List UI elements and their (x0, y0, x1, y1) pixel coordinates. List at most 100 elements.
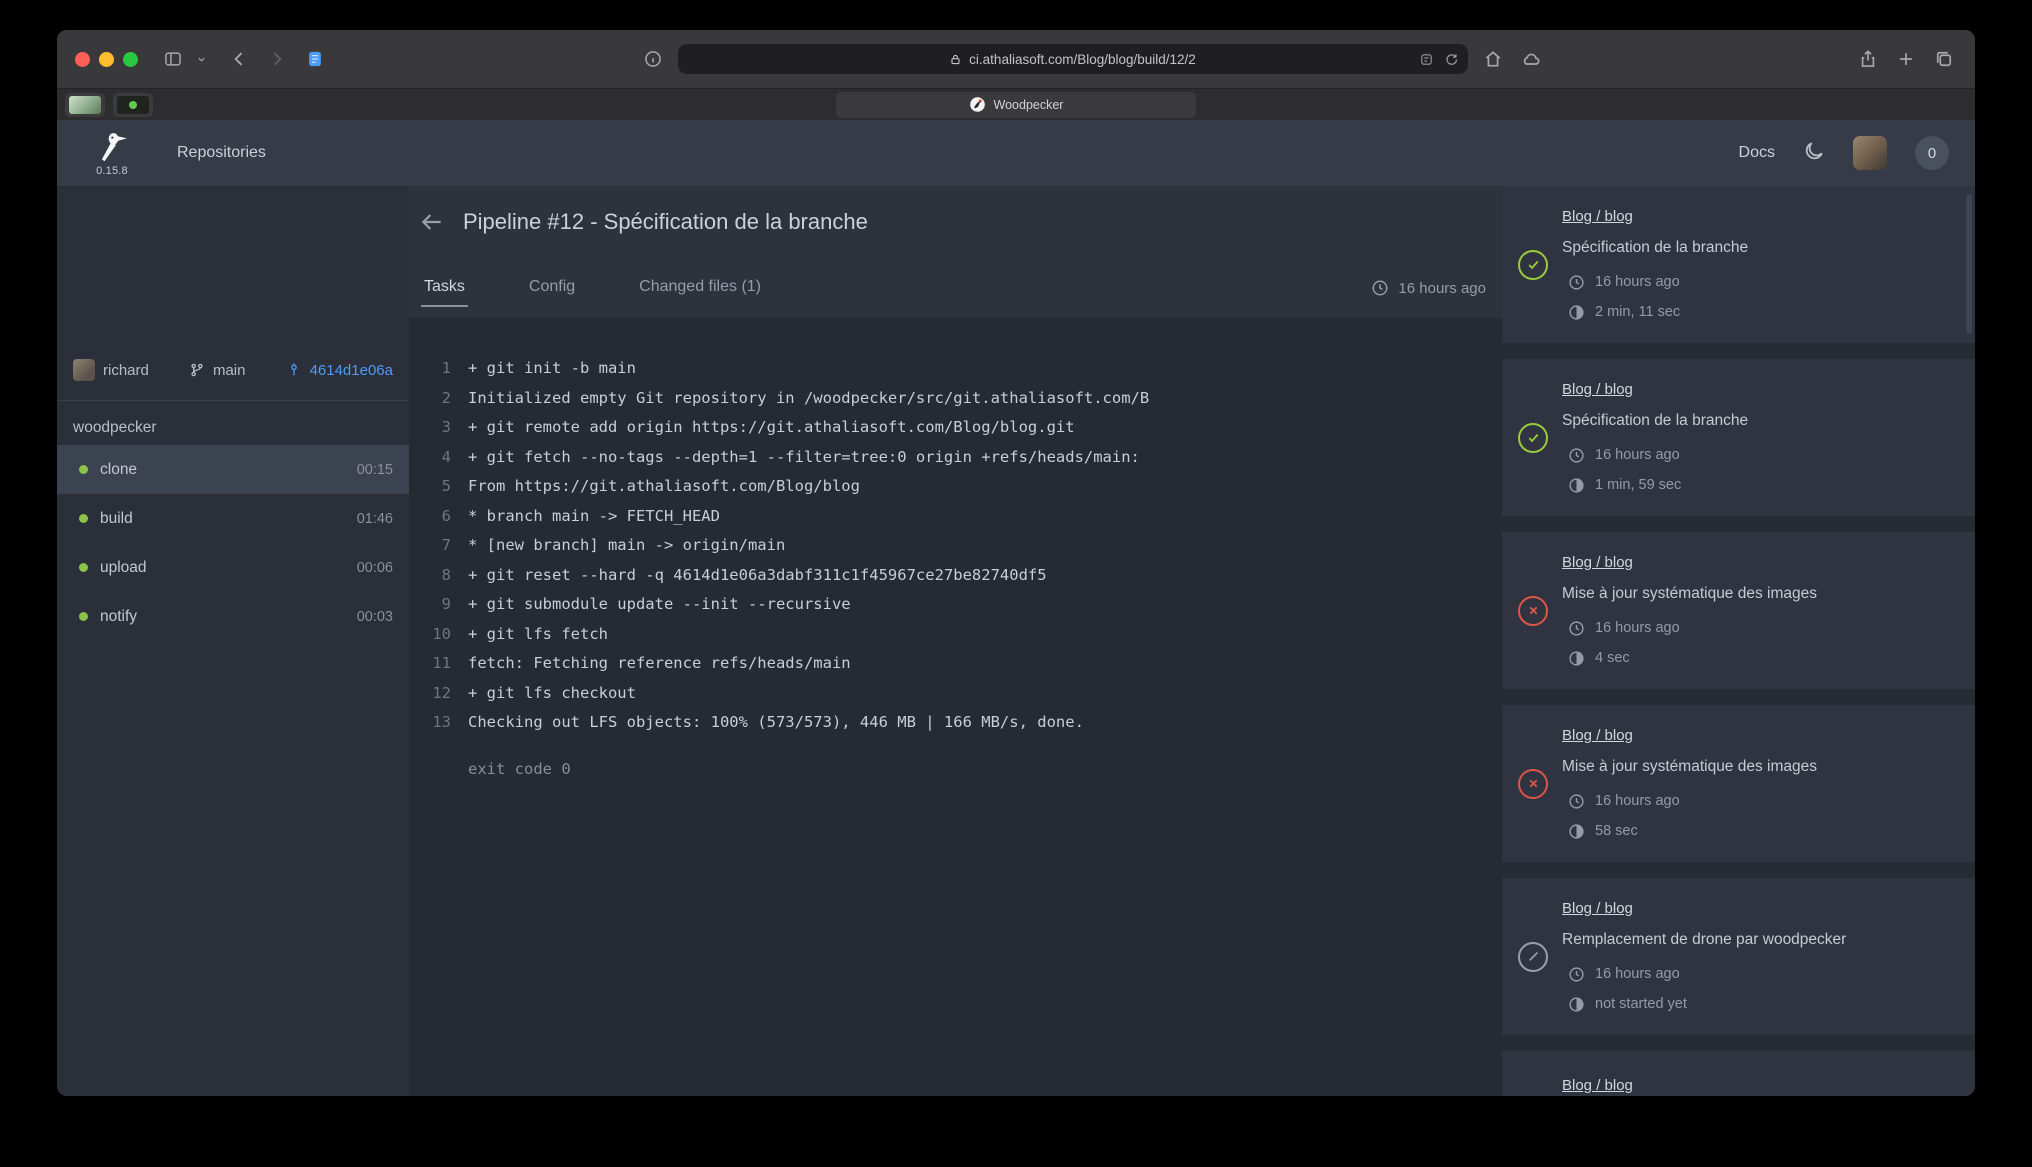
build-card[interactable]: Blog / blogMise à jour systématique des … (1502, 705, 1975, 862)
build-card[interactable]: Blog / blogSpécification de la branche16… (1502, 186, 1975, 343)
branch-name: main (213, 362, 246, 379)
build-repo-link[interactable]: Blog / blog (1562, 1075, 1957, 1096)
log-line-text: * [new branch] main -> origin/main (451, 531, 785, 561)
cloud-icon[interactable] (1518, 46, 1544, 72)
step-status-dot (79, 563, 88, 572)
build-duration-text: not started yet (1595, 993, 1687, 1015)
clock-icon (1568, 793, 1585, 810)
build-time: 16 hours ago (1568, 790, 1957, 812)
pipeline-step[interactable]: notify00:03 (57, 592, 409, 641)
moon-icon (1803, 140, 1825, 162)
dark-mode-toggle[interactable] (1803, 140, 1825, 167)
forward-nav-icon[interactable] (264, 46, 290, 72)
build-card-body: Blog / blogSpécification de la branche16… (1562, 379, 1957, 496)
log-line: 6* branch main -> FETCH_HEAD (409, 502, 1502, 532)
log-line-text: Initialized empty Git repository in /woo… (451, 384, 1149, 414)
log-line: 11fetch: Fetching reference refs/heads/m… (409, 649, 1502, 679)
pinned-tab-2[interactable] (113, 93, 153, 117)
chevron-down-icon[interactable] (188, 46, 214, 72)
minimize-button[interactable] (99, 52, 114, 67)
builds-feed: Blog / blogSpécification de la branche16… (1502, 186, 1975, 1096)
log-line-text: + git remote add origin https://git.atha… (451, 413, 1075, 443)
duration-icon (1568, 304, 1585, 321)
build-card[interactable]: Blog / blogMise à jour systématique des … (1502, 532, 1975, 689)
sidebar-toggle-icon[interactable] (160, 46, 186, 72)
log-line-text: Checking out LFS objects: 100% (573/573)… (451, 708, 1084, 738)
url-text: ci.athaliasoft.com/Blog/blog/build/12/2 (969, 52, 1196, 67)
status-failure-icon (1518, 769, 1548, 799)
log-line-number: 12 (409, 679, 451, 709)
clock-icon (1568, 274, 1585, 291)
build-card-body: Blog / blogSpécification de la branche16… (1562, 206, 1957, 323)
page-info-icon[interactable] (640, 46, 666, 72)
zoom-button[interactable] (123, 52, 138, 67)
log-line-number: 11 (409, 649, 451, 679)
user-avatar[interactable] (1853, 136, 1887, 170)
duration-icon (1568, 823, 1585, 840)
tab-tasks[interactable]: Tasks (421, 269, 468, 307)
tab-config[interactable]: Config (526, 269, 578, 307)
build-repo-link[interactable]: Blog / blog (1562, 898, 1957, 920)
duration-icon (1568, 477, 1585, 494)
arrow-left-icon (419, 209, 445, 235)
build-time-text: 16 hours ago (1595, 963, 1680, 985)
woodpecker-logo[interactable]: 0.15.8 (83, 129, 141, 177)
build-repo-link[interactable]: Blog / blog (1562, 725, 1957, 747)
pipeline-time-text: 16 hours ago (1398, 280, 1486, 297)
share-icon[interactable] (1855, 46, 1881, 72)
address-bar[interactable]: ci.athaliasoft.com/Blog/blog/build/12/2 (678, 44, 1468, 74)
pipeline-main: Pipeline #12 - Spécification de la branc… (409, 186, 1502, 1096)
build-card-body: Blog / blog (1562, 1075, 1957, 1096)
build-time: 16 hours ago (1568, 444, 1957, 466)
tab-overview-icon[interactable] (1931, 46, 1957, 72)
build-time: 16 hours ago (1568, 617, 1957, 639)
step-status-dot (79, 612, 88, 621)
commit-link[interactable]: 4614d1e06a (286, 362, 393, 379)
tab-changed-files[interactable]: Changed files (1) (636, 269, 764, 307)
back-nav-icon[interactable] (226, 46, 252, 72)
build-card-body: Blog / blogMise à jour systématique des … (1562, 725, 1957, 842)
docs-link[interactable]: Docs (1739, 144, 1775, 162)
log-line: 13Checking out LFS objects: 100% (573/57… (409, 708, 1502, 738)
desktop-background: ci.athaliasoft.com/Blog/blog/build/12/2 (0, 0, 2032, 1167)
site-settings-icon[interactable] (1419, 52, 1434, 67)
log-line-text: + git lfs fetch (451, 620, 608, 650)
build-repo-link[interactable]: Blog / blog (1562, 552, 1957, 574)
step-label: build (100, 510, 133, 528)
build-time-text: 16 hours ago (1595, 790, 1680, 812)
feed-scrollbar[interactable] (1966, 194, 1972, 334)
log-line-number: 1 (409, 354, 451, 384)
status-success-icon (1518, 250, 1548, 280)
nav-repositories[interactable]: Repositories (177, 144, 266, 162)
back-button[interactable] (417, 207, 447, 237)
start-page-icon[interactable] (302, 46, 328, 72)
app-header: 0.15.8 Repositories Docs 0 (57, 120, 1975, 186)
home-icon[interactable] (1480, 46, 1506, 72)
step-status-dot (79, 465, 88, 474)
build-card[interactable]: Blog / blogSpécification de la branche16… (1502, 359, 1975, 516)
build-time-text: 16 hours ago (1595, 444, 1680, 466)
build-card[interactable]: Blog / blog (1502, 1051, 1975, 1096)
close-button[interactable] (75, 52, 90, 67)
step-list: clone00:15build01:46upload00:06notify00:… (57, 445, 409, 641)
notification-badge[interactable]: 0 (1915, 136, 1949, 170)
log-panel: 1+ git init -b main2Initialized empty Gi… (409, 318, 1502, 1096)
pipeline-step[interactable]: upload00:06 (57, 543, 409, 592)
build-duration: 2 min, 11 sec (1568, 301, 1957, 323)
build-repo-link[interactable]: Blog / blog (1562, 206, 1957, 228)
pipeline-step[interactable]: clone00:15 (57, 445, 409, 494)
active-tab[interactable]: Woodpecker (836, 92, 1196, 118)
new-tab-icon[interactable] (1893, 46, 1919, 72)
log-line: 8+ git reset --hard -q 4614d1e06a3dabf31… (409, 561, 1502, 591)
log-line-text: + git init -b main (451, 354, 636, 384)
build-card[interactable]: Blog / blogRemplacement de drone par woo… (1502, 878, 1975, 1035)
build-time-text: 16 hours ago (1595, 617, 1680, 639)
log-line: 4+ git fetch --no-tags --depth=1 --filte… (409, 443, 1502, 473)
log-line-number: 5 (409, 472, 451, 502)
woodpecker-app: 0.15.8 Repositories Docs 0 (57, 120, 1975, 1096)
pinned-tab-1[interactable] (65, 93, 105, 117)
reload-icon[interactable] (1444, 52, 1459, 67)
build-repo-link[interactable]: Blog / blog (1562, 379, 1957, 401)
pipeline-step[interactable]: build01:46 (57, 494, 409, 543)
log-line: 2Initialized empty Git repository in /wo… (409, 384, 1502, 414)
